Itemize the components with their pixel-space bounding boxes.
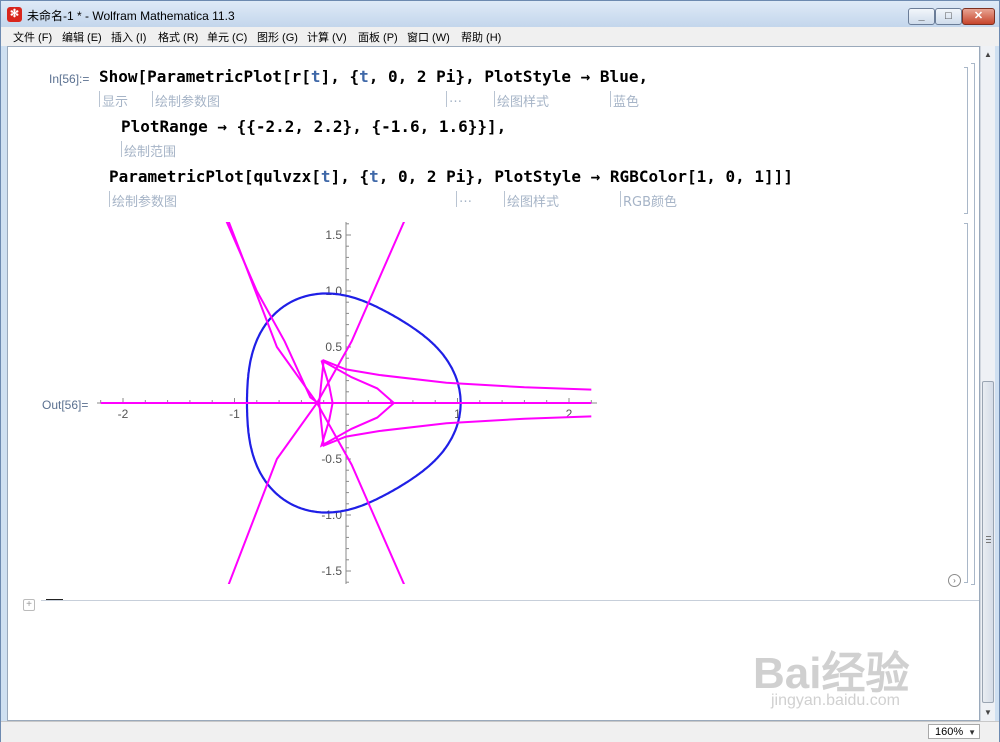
y-tick-label: 1.5 xyxy=(325,228,342,242)
y-tick-label: -1.5 xyxy=(321,564,342,578)
text-cursor xyxy=(46,599,63,600)
mathematica-icon[interactable]: ✻ xyxy=(7,7,22,22)
variable-t: t xyxy=(310,67,321,86)
hint-show: 显示 xyxy=(98,91,128,110)
x-tick-label: -1 xyxy=(229,407,240,421)
menu-window[interactable]: 窗口 (W) xyxy=(407,29,450,45)
code-fragment: , 0, 2 Pi}, PlotStyle → Blue, xyxy=(368,67,649,86)
input-label: In[56]:= xyxy=(49,72,90,86)
status-bar: 160% ▼ xyxy=(1,721,999,742)
close-icon: ✕ xyxy=(973,10,984,22)
hint-ellipsis: … xyxy=(456,191,472,207)
menu-file[interactable]: 文件 (F) xyxy=(13,29,52,45)
hint-parametric-plot: 绘制参数图 xyxy=(151,91,220,110)
hint-rgb-color: RGB颜色 xyxy=(619,191,677,210)
vertical-scrollbar[interactable]: ▲ ▼ xyxy=(980,46,995,721)
hint-ellipsis: … xyxy=(446,91,462,107)
input-line-3[interactable]: ParametricPlot[qulvzx[t], {t, 0, 2 Pi}, … xyxy=(109,167,793,186)
insert-cell-icon[interactable]: + xyxy=(23,599,35,611)
hint-blue: 蓝色 xyxy=(609,91,639,110)
input-cell-bracket[interactable] xyxy=(964,67,968,214)
code-fragment: , 0, 2 Pi}, PlotStyle → RGBColor[1, 0, 1… xyxy=(378,167,793,186)
close-button[interactable]: ✕ xyxy=(962,8,995,25)
window-title: 未命名-1 * - Wolfram Mathematica 11.3 xyxy=(27,9,235,23)
maximize-icon: □ xyxy=(945,10,952,22)
menu-graphics[interactable]: 图形 (G) xyxy=(257,29,298,45)
menu-evaluation[interactable]: 计算 (V) xyxy=(307,29,347,45)
scroll-down-icon[interactable]: ▼ xyxy=(981,704,995,721)
zoom-select[interactable]: 160% ▼ xyxy=(928,724,980,739)
scroll-up-icon[interactable]: ▲ xyxy=(981,46,995,63)
group-cell-bracket[interactable] xyxy=(971,63,975,585)
menu-help[interactable]: 帮助 (H) xyxy=(461,29,501,45)
input-line-2[interactable]: PlotRange → {{-2.2, 2.2}, {-1.6, 1.6}}], xyxy=(121,117,506,136)
output-cell-bracket[interactable] xyxy=(964,223,968,583)
minimize-button[interactable]: _ xyxy=(908,8,935,25)
y-tick-label: -1.0 xyxy=(321,508,342,522)
menu-cell[interactable]: 单元 (C) xyxy=(207,29,247,45)
menu-bar: 文件 (F) 编辑 (E) 插入 (I) 格式 (R) 单元 (C) 图形 (G… xyxy=(1,27,999,46)
y-tick-label: -0.5 xyxy=(321,452,342,466)
cell-insertion-line xyxy=(41,600,979,601)
watermark-url: jingyan.baidu.com xyxy=(771,692,900,709)
title-bar: ✻ 未命名-1 * - Wolfram Mathematica 11.3 _ □… xyxy=(1,1,999,27)
maximize-button[interactable]: □ xyxy=(935,8,962,25)
variable-t: t xyxy=(320,167,331,186)
x-tick-label: -2 xyxy=(118,407,129,421)
minimize-icon: _ xyxy=(918,10,925,22)
menu-palettes[interactable]: 面板 (P) xyxy=(358,29,398,45)
hint-plot-style: 绘图样式 xyxy=(503,191,559,210)
output-label: Out[56]= xyxy=(42,398,89,412)
app-window: ✻ 未命名-1 * - Wolfram Mathematica 11.3 _ □… xyxy=(0,0,1000,742)
menu-insert[interactable]: 插入 (I) xyxy=(111,29,146,45)
variable-t: t xyxy=(359,67,369,86)
input-line-1[interactable]: Show[ParametricPlot[r[t], {t, 0, 2 Pi}, … xyxy=(99,67,648,86)
chevron-down-icon: ▼ xyxy=(968,728,976,737)
code-fragment: [ParametricPlot[r[ xyxy=(137,67,311,86)
cell-insertion-icon[interactable]: › xyxy=(948,574,961,587)
y-tick-label: 1.0 xyxy=(325,284,342,298)
menu-format[interactable]: 格式 (R) xyxy=(158,29,198,45)
zoom-value: 160% xyxy=(935,726,964,738)
code-fragment: ], { xyxy=(330,167,370,186)
x-tick-label: 2 xyxy=(566,407,573,421)
baidu-watermark: Bai经验 jingyan.baidu.com xyxy=(753,637,909,709)
code-fragment: ParametricPlot[qulvzx[ xyxy=(109,167,321,186)
series-magenta-outer-a xyxy=(225,222,319,404)
scrollbar-thumb[interactable] xyxy=(982,381,994,703)
y-tick-label: 0.5 xyxy=(325,340,342,354)
parametric-plot[interactable]: -2 -1 1 21.51.00.5-0.5-1.0-1.5 xyxy=(97,222,597,584)
variable-t: t xyxy=(369,167,379,186)
hint-plot-style: 绘图样式 xyxy=(493,91,549,110)
hint-parametric-plot: 绘制参数图 xyxy=(108,191,177,210)
code-fragment: ], { xyxy=(320,67,360,86)
hint-plot-range: 绘制范围 xyxy=(120,141,176,160)
menu-edit[interactable]: 编辑 (E) xyxy=(62,29,102,45)
show-function: Show xyxy=(99,67,138,86)
